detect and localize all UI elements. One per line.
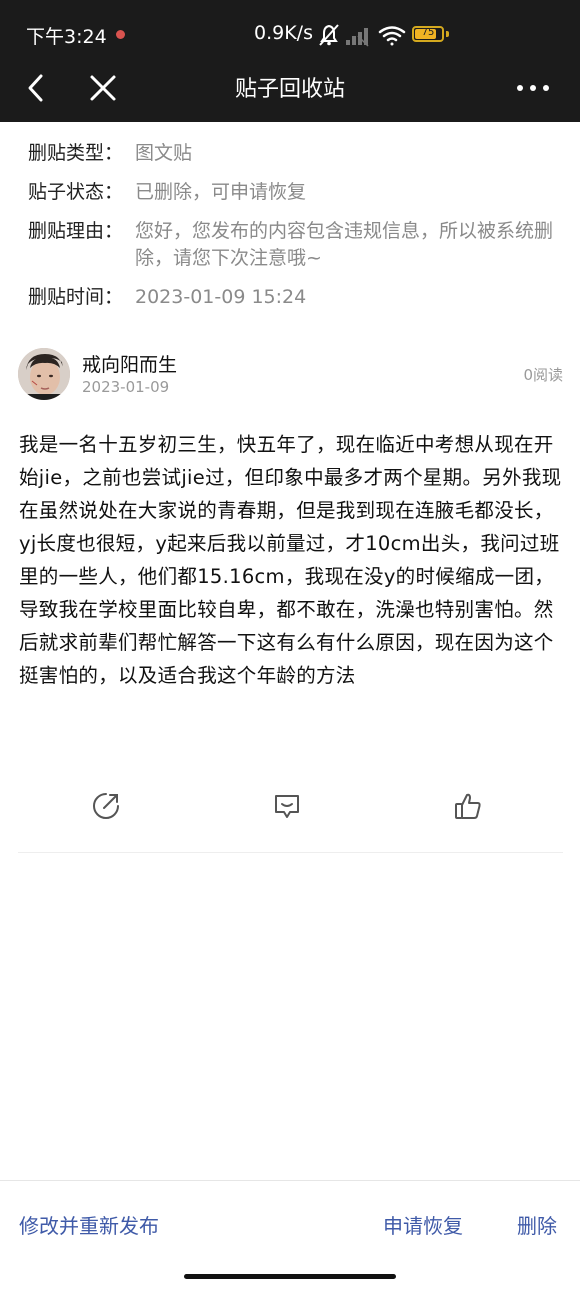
edit-button[interactable] bbox=[90, 790, 122, 822]
status-time: 下午3:24 bbox=[26, 26, 107, 48]
battery-cap bbox=[446, 31, 449, 37]
signal-icon bbox=[346, 28, 369, 47]
wifi-icon bbox=[378, 26, 406, 46]
edit-repost-button[interactable]: 修改并重新发布 bbox=[19, 1210, 159, 1239]
post-actions bbox=[18, 790, 563, 830]
nav-bar: 贴子回收站 bbox=[0, 56, 580, 118]
footer-divider bbox=[0, 1180, 580, 1181]
info-row-type: 删贴类型： 图文贴 bbox=[28, 140, 564, 167]
comment-icon bbox=[275, 795, 299, 818]
more-icon bbox=[517, 85, 549, 91]
delete-type-value: 图文贴 bbox=[135, 142, 193, 164]
delete-time-label: 删贴时间： bbox=[28, 286, 124, 308]
info-row-reason: 删贴理由： 您好，您发布的内容包含违规信息，所以被系统删除，请您下次注意哦~ bbox=[28, 218, 564, 272]
delete-time-value: 2023-01-09 15:24 bbox=[135, 286, 307, 308]
home-indicator[interactable] bbox=[184, 1274, 396, 1279]
notification-dot-icon bbox=[116, 30, 125, 39]
comment-button[interactable] bbox=[271, 790, 303, 822]
post-status-value: 已删除，可申请恢复 bbox=[135, 181, 307, 203]
post-status-label: 贴子状态： bbox=[28, 181, 124, 203]
like-icon bbox=[455, 793, 481, 819]
edit-icon bbox=[93, 793, 119, 819]
author-row: 戒向阳而生 2023-01-09 0阅读 bbox=[18, 346, 563, 402]
avatar[interactable] bbox=[18, 348, 70, 400]
post-date: 2023-01-09 bbox=[82, 378, 170, 396]
request-restore-button[interactable]: 申请恢复 bbox=[383, 1210, 463, 1239]
author-name[interactable]: 戒向阳而生 bbox=[82, 350, 177, 377]
battery-level: 75 bbox=[421, 27, 435, 38]
more-button[interactable] bbox=[513, 68, 553, 108]
delete-button[interactable]: 删除 bbox=[517, 1210, 557, 1239]
info-row-status: 贴子状态： 已删除，可申请恢复 bbox=[28, 179, 564, 206]
avatar-image bbox=[18, 348, 70, 400]
delete-type-label: 删贴类型： bbox=[28, 142, 124, 164]
like-button[interactable] bbox=[452, 790, 484, 822]
info-row-time: 删贴时间： 2023-01-09 15:24 bbox=[28, 284, 564, 311]
mute-bell-icon bbox=[319, 24, 339, 46]
app-header: 下午3:24 0.9K/s 75 贴子回收站 bbox=[0, 0, 580, 122]
delete-reason-value: 您好，您发布的内容包含违规信息，所以被系统删除，请您下次注意哦~ bbox=[135, 220, 554, 269]
read-count: 0阅读 bbox=[523, 366, 563, 384]
deletion-info: 删贴类型： 图文贴 贴子状态： 已删除，可申请恢复 删贴理由： 您好，您发布的内… bbox=[28, 140, 564, 311]
post-content: 我是一名十五岁初三生，快五年了，现在临近中考想从现在开始jie，之前也尝试jie… bbox=[19, 433, 562, 687]
network-speed: 0.9K/s bbox=[254, 22, 313, 44]
page-title: 贴子回收站 bbox=[234, 77, 345, 102]
battery-icon: 75 bbox=[412, 26, 444, 42]
content-divider bbox=[18, 852, 563, 853]
delete-reason-label: 删贴理由： bbox=[28, 220, 124, 242]
